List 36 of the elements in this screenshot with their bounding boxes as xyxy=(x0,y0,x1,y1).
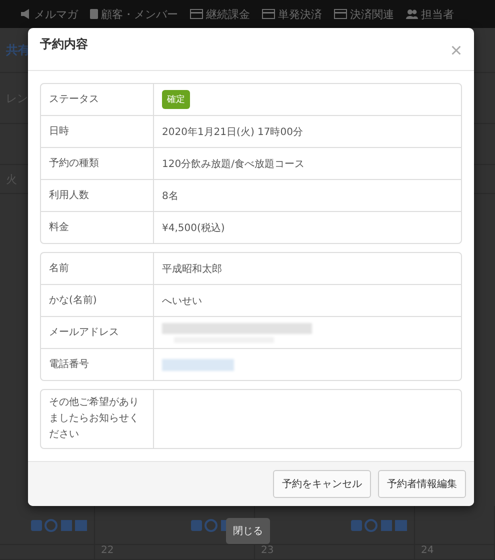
field-label: 日時 xyxy=(49,124,69,138)
field-label: 料金 xyxy=(49,220,69,234)
card-icon xyxy=(262,9,275,19)
tooltip: 閉じる xyxy=(226,518,270,544)
dialog-title: 予約内容 xyxy=(40,36,88,53)
card-icon xyxy=(334,9,347,19)
field-value: ¥4,500(税込) xyxy=(162,222,225,234)
nav-menu-item[interactable]: メルマガ xyxy=(20,6,78,22)
edit-booker-button[interactable]: 予約者情報編集 xyxy=(378,470,466,498)
field-label: その他ご希望がありましたらお知らせください xyxy=(49,396,140,442)
nav-menu-item[interactable]: 決済関連 xyxy=(334,6,394,22)
field-label: かな(名前) xyxy=(49,294,97,308)
field-label: 名前 xyxy=(49,262,69,276)
nav-menu-item[interactable]: 継続課金 xyxy=(190,6,250,22)
close-button[interactable]: × xyxy=(450,42,462,60)
status-badge: 確定 xyxy=(162,90,190,109)
nav-menu-item[interactable]: 顧客・メンバー xyxy=(90,6,178,22)
cancel-reservation-button[interactable]: 予約をキャンセル xyxy=(273,470,371,498)
book-icon xyxy=(90,9,98,19)
field-label: ステータス xyxy=(49,92,99,106)
field-value: 2020年1月21日(火) 17時00分 xyxy=(162,126,303,138)
field-label: 電話番号 xyxy=(49,358,89,372)
field-label: 予約の種類 xyxy=(49,156,99,170)
blurred-phone xyxy=(162,358,234,370)
field-value: 8名 xyxy=(162,190,178,202)
field-value: 120分飲み放題/食べ放題コース xyxy=(162,158,304,170)
megaphone-icon xyxy=(20,9,31,19)
field-label: 利用人数 xyxy=(49,188,89,202)
card-icon xyxy=(190,9,203,19)
field-value: 平成昭和太郎 xyxy=(162,262,222,276)
nav-menu-item[interactable]: 単発決済 xyxy=(262,6,322,22)
field-label: メールアドレス xyxy=(49,326,119,340)
users-icon xyxy=(406,9,418,19)
field-value: へいせい xyxy=(162,294,202,308)
nav-menu-item[interactable]: 担当者 xyxy=(406,6,454,22)
page-heading: 共有 xyxy=(6,42,30,58)
